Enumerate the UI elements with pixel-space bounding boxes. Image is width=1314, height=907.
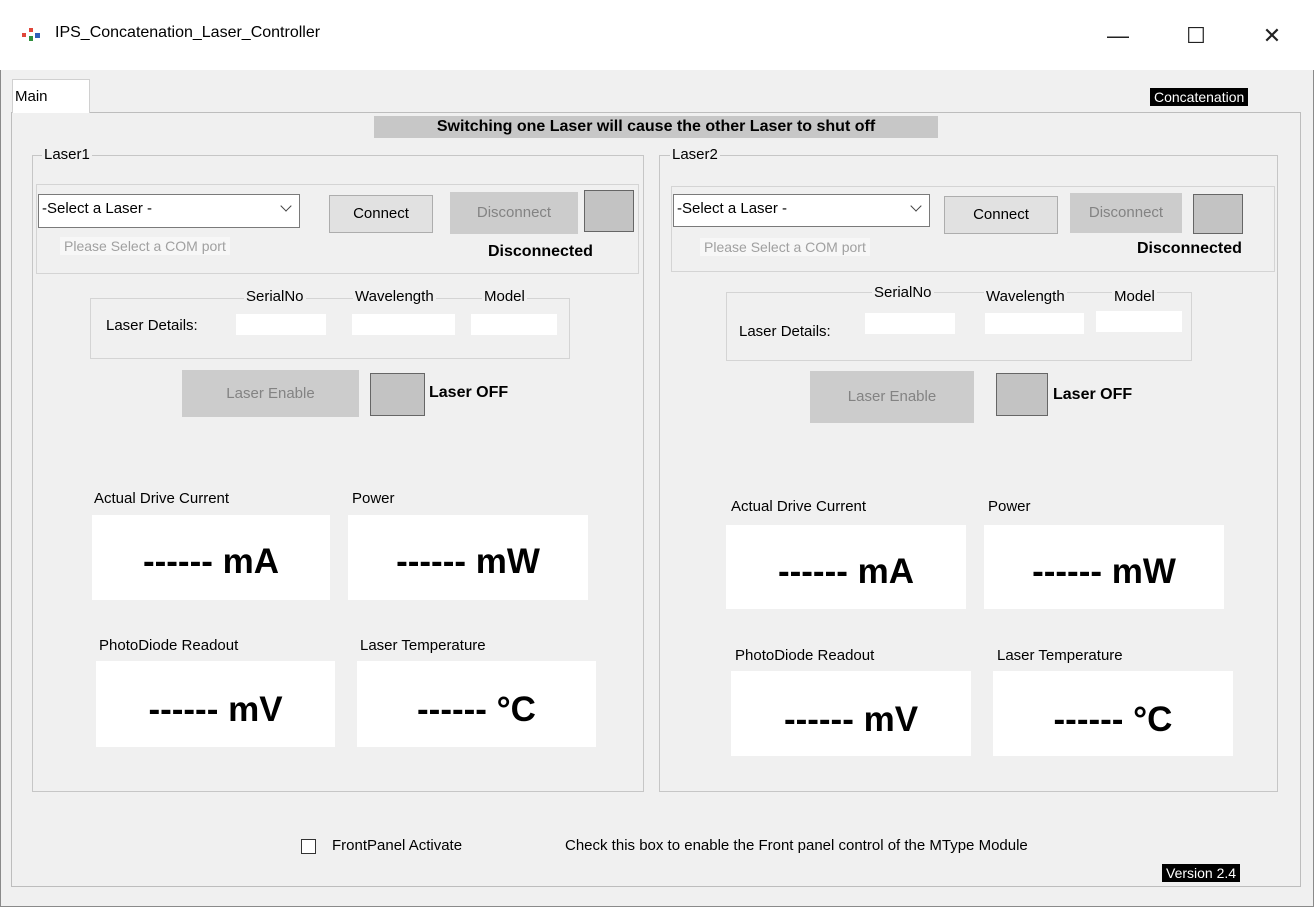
laser2-pd-readout: ------ mV <box>731 671 971 756</box>
laser2-model-field <box>1096 311 1182 332</box>
laser2-serial-label: SerialNo <box>872 284 934 301</box>
close-button[interactable]: ✕ <box>1248 20 1296 52</box>
tab-main[interactable]: Main <box>12 79 90 113</box>
laser1-wavelength-label: Wavelength <box>353 288 436 305</box>
laser1-laser-status: Laser OFF <box>429 384 509 401</box>
window-title: IPS_Concatenation_Laser_Controller <box>55 24 321 41</box>
warning-banner: Switching one Laser will cause the other… <box>374 116 938 138</box>
laser2-pd-label: PhotoDiode Readout <box>735 647 875 664</box>
laser2-title: Laser2 <box>670 146 720 163</box>
laser1-power-label: Power <box>352 490 395 507</box>
laser2-wavelength-field <box>985 313 1084 334</box>
laser1-temp-readout: ------ °C <box>357 661 596 747</box>
laser1-com-hint: Please Select a COM port <box>60 237 230 255</box>
frontpanel-help-text: Check this box to enable the Front panel… <box>565 837 1028 854</box>
laser1-pd-readout: ------ mV <box>96 661 335 747</box>
laser1-current-readout: ------ mA <box>92 515 330 600</box>
laser2-model-label: Model <box>1112 288 1157 305</box>
laser2-temp-label: Laser Temperature <box>997 647 1123 664</box>
laser1-title: Laser1 <box>42 146 92 163</box>
laser1-connect-button[interactable]: Connect <box>329 195 433 233</box>
laser1-pd-label: PhotoDiode Readout <box>99 637 239 654</box>
laser2-wavelength-label: Wavelength <box>984 288 1067 305</box>
laser1-model-label: Model <box>482 288 527 305</box>
laser2-power-readout: ------ mW <box>984 525 1224 609</box>
mode-badge: Concatenation <box>1150 88 1249 106</box>
laser2-select-value: -Select a Laser - <box>677 200 788 217</box>
laser2-connect-button[interactable]: Connect <box>944 196 1058 234</box>
title-bar: IPS_Concatenation_Laser_Controller — ☐ ✕ <box>0 0 1314 70</box>
minimize-button[interactable]: — <box>1094 20 1142 52</box>
app-icon <box>22 28 40 42</box>
laser1-model-field <box>471 314 557 335</box>
laser1-power-readout: ------ mW <box>348 515 588 600</box>
frontpanel-label[interactable]: FrontPanel Activate <box>332 837 462 854</box>
laser2-disconnect-button[interactable]: Disconnect <box>1070 193 1182 233</box>
laser2-connection-status: Disconnected <box>1137 240 1242 257</box>
laser1-temp-label: Laser Temperature <box>360 637 486 654</box>
laser1-laser-led <box>370 373 425 416</box>
laser1-enable-button[interactable]: Laser Enable <box>182 370 359 417</box>
laser2-laser-status: Laser OFF <box>1053 386 1133 403</box>
frontpanel-checkbox[interactable] <box>301 839 316 854</box>
laser2-serial-field <box>865 313 955 334</box>
laser1-disconnect-button[interactable]: Disconnect <box>450 192 578 234</box>
laser1-details-label: Laser Details: <box>106 317 198 334</box>
laser2-laser-led <box>996 373 1048 416</box>
chevron-down-icon <box>280 200 292 212</box>
laser1-connection-led <box>584 190 634 232</box>
laser2-current-readout: ------ mA <box>726 525 966 609</box>
laser2-com-hint: Please Select a COM port <box>700 238 870 256</box>
laser2-laser-select[interactable]: -Select a Laser - <box>673 194 930 227</box>
laser2-details-label: Laser Details: <box>739 323 831 340</box>
laser1-select-value: -Select a Laser - <box>42 200 153 217</box>
laser2-connection-led <box>1193 194 1243 234</box>
laser1-connection-status: Disconnected <box>488 243 593 260</box>
laser1-serial-field <box>236 314 326 335</box>
laser1-current-label: Actual Drive Current <box>94 490 230 507</box>
maximize-button[interactable]: ☐ <box>1172 20 1220 52</box>
version-badge: Version 2.4 <box>1162 864 1241 882</box>
laser2-current-label: Actual Drive Current <box>731 498 867 515</box>
laser2-enable-button[interactable]: Laser Enable <box>810 371 974 423</box>
laser2-power-label: Power <box>988 498 1031 515</box>
laser1-serial-label: SerialNo <box>244 288 306 305</box>
laser1-wavelength-field <box>352 314 455 335</box>
laser1-laser-select[interactable]: -Select a Laser - <box>38 194 300 228</box>
laser2-temp-readout: ------ °C <box>993 671 1233 756</box>
chevron-down-icon <box>910 200 922 212</box>
